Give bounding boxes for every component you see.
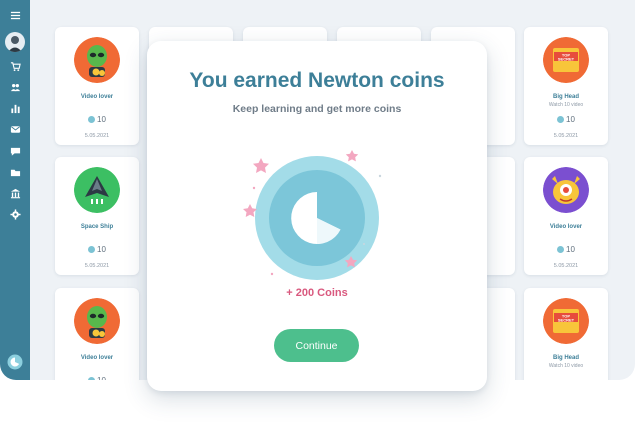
menu-icon[interactable]	[7, 8, 23, 22]
badge-coins: 10	[55, 245, 139, 254]
coin-value: 10	[566, 115, 575, 124]
reward-dialog: You earned Newton coins Keep learning an…	[147, 41, 487, 391]
badge-card[interactable]: Space Ship 10 5.05.2021	[55, 157, 139, 275]
newton-coin-icon	[242, 146, 392, 286]
coin-value: 10	[97, 245, 106, 254]
coin-icon	[88, 116, 96, 123]
alien-badge-icon	[74, 298, 120, 344]
coin-icon	[88, 377, 96, 380]
badge-coins: 10	[524, 245, 608, 254]
badge-card[interactable]: TOP SECRET Big Head Watch 10 video	[524, 288, 608, 380]
top-secret-badge-icon: TOP SECRET	[543, 298, 589, 344]
sidebar	[0, 0, 30, 380]
badge-title: Big Head	[552, 355, 579, 361]
badge-title: Big Head	[552, 94, 579, 100]
badge-card[interactable]: TOP SECRET Big Head Watch 10 video 10 5.05.20…	[524, 27, 608, 145]
folder-icon[interactable]	[7, 165, 23, 179]
badge-date: 5.05.2021	[553, 263, 579, 269]
badge-date: 5.05.2021	[84, 263, 110, 269]
dialog-subtitle: Keep learning and get more coins	[232, 103, 402, 115]
newton-logo-icon[interactable]	[7, 354, 23, 370]
continue-button[interactable]: Continue	[274, 329, 359, 362]
earned-coins-text: + 200 Coins	[286, 287, 348, 299]
badge-title: Space Ship	[80, 224, 114, 230]
badge-date: 5.05.2021	[84, 133, 110, 139]
cart-icon[interactable]	[7, 59, 23, 73]
coin-value: 10	[566, 245, 575, 254]
badge-coins: 10	[55, 115, 139, 124]
spaceship-badge-icon	[74, 167, 120, 213]
mail-icon[interactable]	[7, 122, 23, 136]
group-icon[interactable]	[7, 80, 23, 94]
badge-title: Video lover	[549, 224, 583, 230]
badge-card[interactable]: Video lover 10	[55, 288, 139, 380]
chat-icon[interactable]	[7, 144, 23, 158]
badge-card[interactable]: Video lover 10 5.05.2021	[55, 27, 139, 145]
badge-coins: 10	[524, 115, 608, 124]
coin-icon	[557, 116, 565, 123]
badge-title: Video lover	[80, 355, 114, 361]
badge-card[interactable]: Video lover 10 5.05.2021	[524, 157, 608, 275]
cyclops-badge-icon	[543, 167, 589, 213]
avatar[interactable]	[5, 32, 25, 52]
building-icon[interactable]	[7, 186, 23, 200]
alien-badge-icon	[74, 37, 120, 83]
bar-chart-icon[interactable]	[7, 101, 23, 115]
coin-icon	[88, 246, 96, 253]
top-secret-badge-icon: TOP SECRET	[543, 37, 589, 83]
gear-icon[interactable]	[7, 207, 23, 221]
coin-icon	[557, 246, 565, 253]
svg-text:SECRET: SECRET	[558, 318, 575, 323]
badge-coins: 10	[55, 376, 139, 380]
svg-text:SECRET: SECRET	[558, 57, 575, 62]
coin-value: 10	[97, 376, 106, 380]
badge-date: 5.05.2021	[553, 133, 579, 139]
badge-subtitle: Watch 10 video	[548, 363, 584, 369]
dialog-title: You earned Newton coins	[189, 69, 445, 92]
coin-value: 10	[97, 115, 106, 124]
badge-title: Video lover	[80, 94, 114, 100]
badge-subtitle: Watch 10 video	[548, 102, 584, 108]
